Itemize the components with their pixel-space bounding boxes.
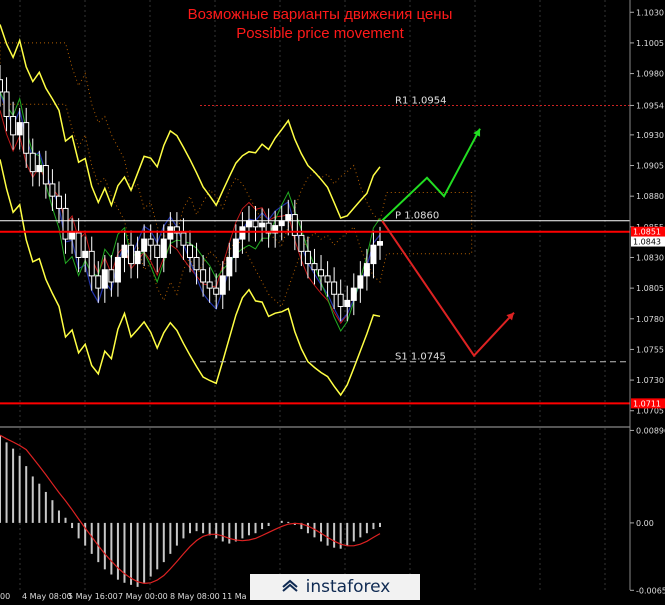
main-plot-bg <box>0 0 630 423</box>
candle-body <box>232 238 239 258</box>
candle-body <box>0 79 3 93</box>
candle-body <box>55 195 62 209</box>
candle-body <box>350 287 357 301</box>
price-tick-label: 1.0730 <box>636 376 664 385</box>
instaforex-logo-icon <box>282 579 298 592</box>
candle-body <box>29 152 36 173</box>
time-tick-label: 7 May 00:00 <box>118 592 168 601</box>
oscillator-signal-line <box>0 434 381 585</box>
price-tag-label: 1.0711 <box>633 399 661 408</box>
candle-body <box>377 241 383 246</box>
price-tick-label: 1.0755 <box>636 345 664 354</box>
candle-body <box>62 207 69 240</box>
candle-body <box>213 287 220 295</box>
candle-body <box>344 299 351 308</box>
candle-body <box>82 250 89 258</box>
candle-body <box>95 275 102 289</box>
time-tick-label: 4 May 08:00 <box>22 592 72 601</box>
time-tick-label: 00 <box>0 592 10 601</box>
candle-body <box>10 115 17 136</box>
price-tick-label: 1.0780 <box>636 315 664 324</box>
price-tick-label: 1.0930 <box>636 131 664 140</box>
osc-tick-label: 0.00 <box>636 519 654 528</box>
candle-body <box>108 269 115 283</box>
candle-body <box>226 256 233 277</box>
candle-body <box>180 232 187 246</box>
price-tick-label: 1.0805 <box>636 284 664 293</box>
candle-body <box>370 244 377 265</box>
candle-body <box>167 226 174 240</box>
candle-body <box>121 244 128 258</box>
candle-body <box>331 281 338 295</box>
candle-body <box>298 234 305 252</box>
candle-body <box>114 256 121 283</box>
level-label-p: P 1.0860 <box>395 211 439 222</box>
candle-body <box>69 232 76 240</box>
candle-body <box>193 256 200 271</box>
candle-body <box>318 269 325 277</box>
logo-text: instaforex <box>305 577 391 597</box>
candle-body <box>42 165 49 185</box>
candle-body <box>206 281 213 289</box>
candle-body <box>252 220 259 228</box>
instaforex-logo: instaforex <box>250 574 420 600</box>
time-tick-label: 11 Ma <box>222 592 247 601</box>
candle-body <box>219 275 226 295</box>
candle-body <box>134 250 141 265</box>
price-tick-label: 1.1005 <box>636 39 664 48</box>
candle-body <box>75 232 82 258</box>
price-tick-label: 1.0830 <box>636 253 664 262</box>
candle-body <box>245 220 252 228</box>
chart-title-ru: Возможные варианты движения цены <box>187 6 453 23</box>
time-tick-label: 5 May 16:00 <box>68 592 118 601</box>
time-tick-label: 8 May 08:00 <box>170 592 220 601</box>
price-chart[interactable]: R1 1.0954 P 1.0860 S1 1.0745 1.1030 1.1005 1… <box>0 0 665 605</box>
price-tick-label: 1.1030 <box>636 8 664 17</box>
level-label-r1: R1 1.0954 <box>395 95 446 106</box>
candle-body <box>285 214 292 222</box>
price-tag-label: 1.0851 <box>633 228 661 237</box>
candle-body <box>101 269 108 289</box>
candle-body <box>337 293 344 308</box>
candle-body <box>23 122 30 154</box>
price-tick-label: 1.0905 <box>636 162 664 171</box>
main-price-panel: R1 1.0954 P 1.0860 S1 1.0745 <box>0 0 630 423</box>
osc-tick-label: 0.00896 <box>636 426 665 435</box>
candle-body <box>3 91 10 117</box>
candle-body <box>278 220 285 227</box>
candle-body <box>141 238 148 252</box>
level-label-s1: S1 1.0745 <box>395 352 446 363</box>
price-tag-label: 1.0843 <box>633 238 661 247</box>
candle-body <box>363 263 370 277</box>
oscillator-panel <box>0 426 630 590</box>
chart-title-en: Possible price movement <box>236 25 404 42</box>
candle-body <box>304 250 311 265</box>
candle-body <box>128 244 135 265</box>
candle-body <box>187 244 193 258</box>
candle-body <box>311 263 318 271</box>
price-tick-label: 1.0954 <box>636 101 664 110</box>
candle-body <box>160 238 167 258</box>
price-tick-label: 1.0880 <box>636 192 664 201</box>
candle-body <box>16 122 23 136</box>
candle-body <box>147 238 154 246</box>
candle-body <box>324 275 331 283</box>
candle-body <box>259 222 266 228</box>
candle-body <box>154 244 161 258</box>
candle-body <box>49 183 56 197</box>
candle-body <box>357 275 364 289</box>
price-tick-label: 1.0980 <box>636 70 664 79</box>
candle-body <box>36 165 43 173</box>
osc-tick-label: -0.00653 <box>636 586 665 595</box>
candle-body <box>200 269 207 283</box>
candle-body <box>239 226 246 240</box>
candle-body <box>88 250 95 277</box>
